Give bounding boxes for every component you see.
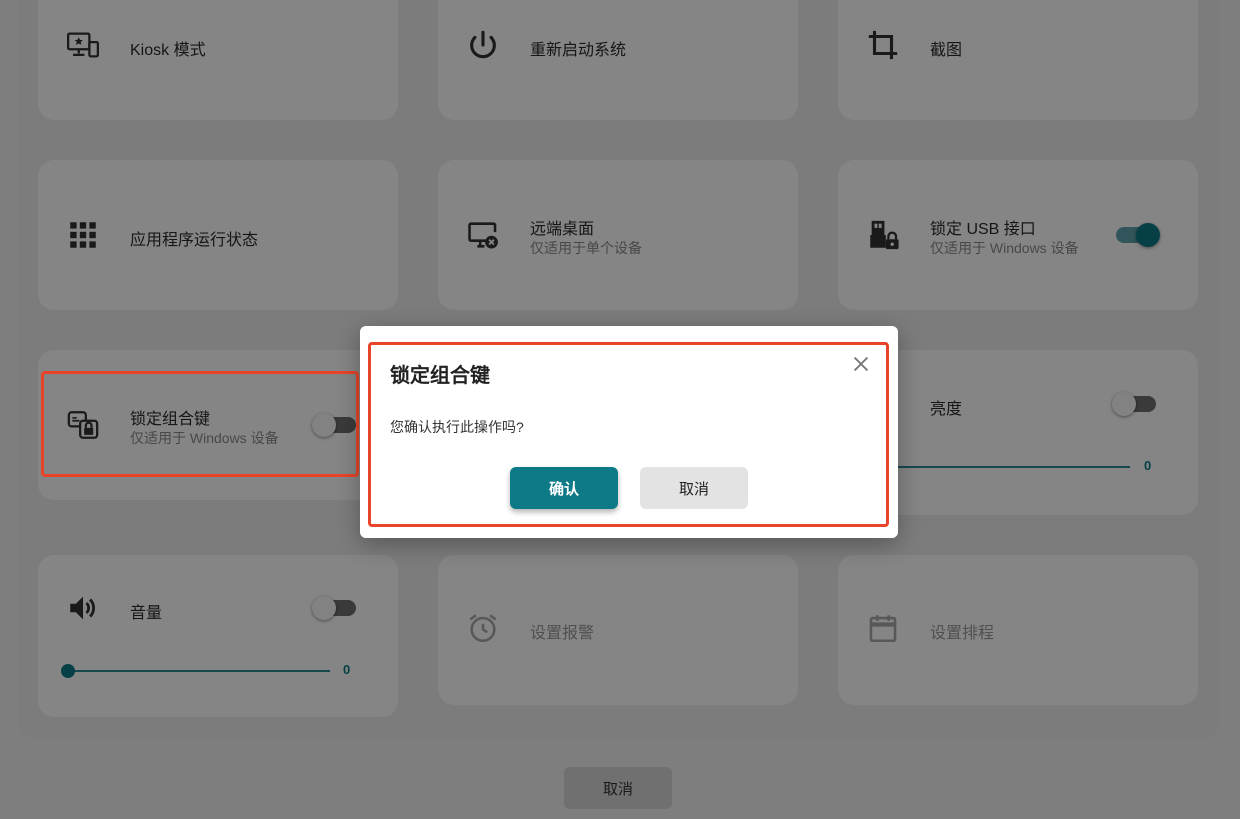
highlight-dialog	[368, 342, 889, 527]
highlight-lock-key-card	[41, 371, 359, 477]
